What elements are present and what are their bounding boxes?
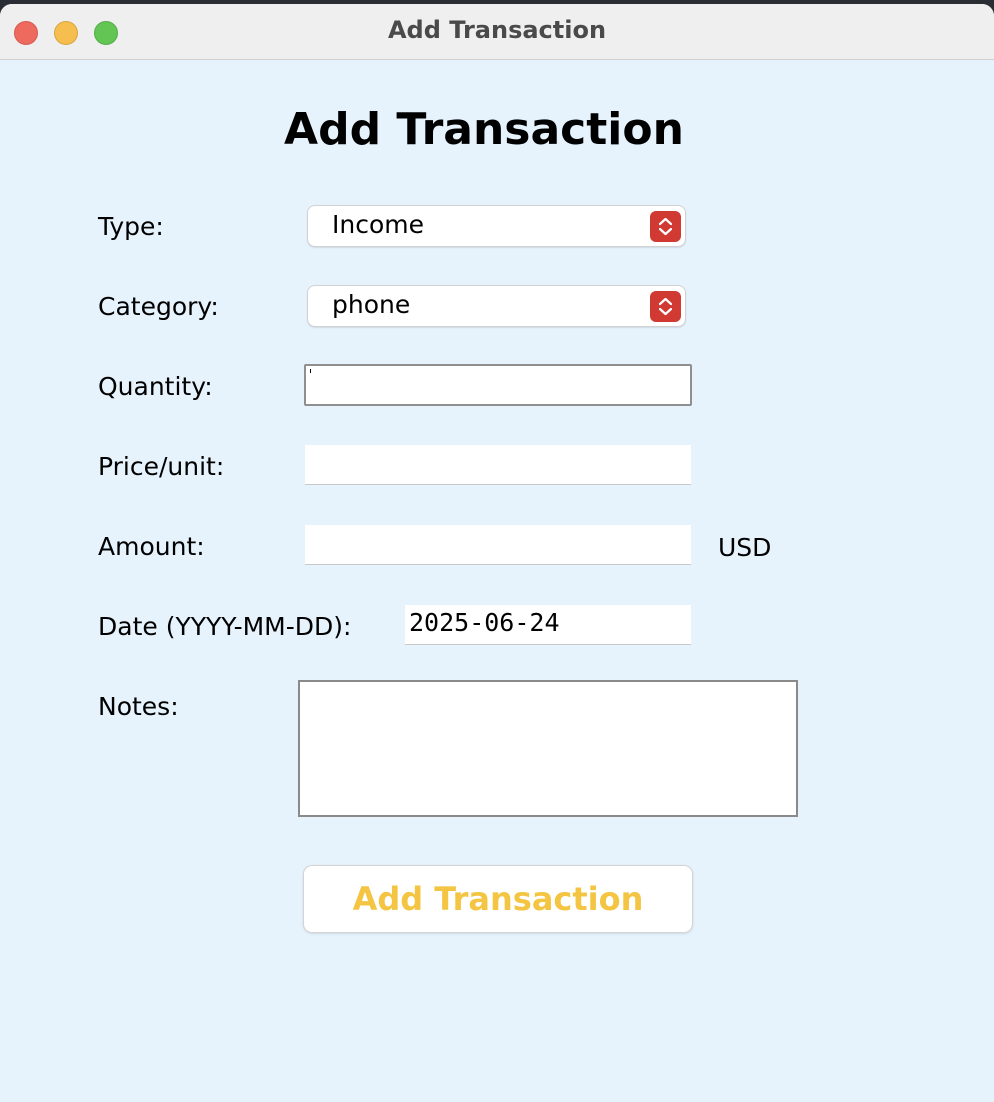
add-transaction-button[interactable]: Add Transaction — [304, 866, 692, 932]
type-selected-value: Income — [332, 210, 424, 239]
quantity-input[interactable] — [304, 364, 692, 406]
category-select[interactable]: phone — [308, 286, 685, 326]
title-bar[interactable]: Add Transaction — [0, 4, 994, 60]
type-label: Type: — [98, 212, 164, 241]
category-label: Category: — [98, 292, 219, 321]
type-select[interactable]: Income — [308, 206, 685, 246]
updown-chevron-icon — [650, 211, 681, 242]
text-caret — [310, 369, 311, 373]
amount-label: Amount: — [98, 532, 205, 561]
updown-chevron-icon — [650, 291, 681, 322]
amount-input[interactable] — [305, 525, 691, 565]
currency-unit-label: USD — [718, 533, 772, 562]
add-transaction-window: Add Transaction Add Transaction Type: In… — [0, 4, 994, 1102]
price-per-unit-input[interactable] — [305, 445, 691, 485]
category-selected-value: phone — [332, 290, 411, 319]
price-per-unit-label: Price/unit: — [98, 452, 225, 481]
date-value: 2025-06-24 — [409, 608, 560, 637]
date-label: Date (YYYY-MM-DD): — [98, 612, 352, 641]
quantity-label: Quantity: — [98, 372, 213, 401]
window-title: Add Transaction — [387, 16, 607, 44]
notes-label: Notes: — [98, 692, 179, 721]
page-title: Add Transaction — [284, 104, 684, 155]
date-input[interactable]: 2025-06-24 — [405, 605, 691, 645]
notes-textarea[interactable] — [298, 680, 798, 817]
